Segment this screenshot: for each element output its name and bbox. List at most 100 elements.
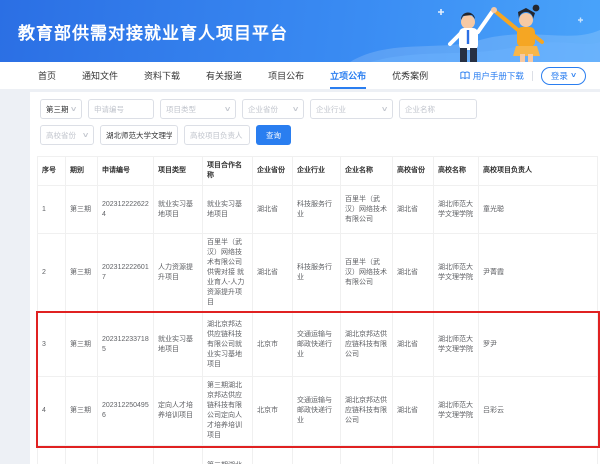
table-cell: 2023122250083	[98, 446, 154, 464]
manual-download-label: 用户手册下载	[473, 70, 524, 82]
table-cell: 罗尹	[479, 313, 598, 377]
main-nav: 首页通知文件资料下载有关报道项目公布立项公布优秀案例 用户手册下载 登录 ∨	[0, 62, 600, 89]
school-province-placeholder: 高校省份	[46, 130, 76, 141]
table-cell: 第三期湖北京邦达供应链科技有限公司定向人才培养培训项目	[203, 377, 253, 446]
table-cell: 第三期	[66, 186, 98, 234]
table-header-row: 序号期别申请编号项目类型项目合作名称企业省份企业行业企业名称高校省份高校名称高校…	[38, 157, 598, 186]
header-illustration	[350, 0, 600, 62]
company-industry-select[interactable]: 企业行业 ∨	[310, 99, 393, 119]
table-row: 1第三期2023122226224就业实习基地项目就业实习基地项目湖北省科技服务…	[38, 186, 598, 234]
chevron-down-icon: ∨	[292, 105, 300, 113]
table-cell: 吕彩云	[479, 377, 598, 446]
table-cell: 第三期	[66, 313, 98, 377]
table-cell: 甘伟	[479, 446, 598, 464]
table-cell: 湖北师范大学文理学院	[434, 234, 479, 313]
table-cell: 2023122504956	[98, 377, 154, 446]
column-header: 高校项目负责人	[479, 157, 598, 186]
table-cell: 北京市	[253, 313, 293, 377]
period-select[interactable]: 第三期 ∨	[40, 99, 82, 119]
period-select-value: 第三期	[46, 104, 69, 115]
nav-item-5[interactable]: 立项公布	[330, 62, 366, 89]
project-type-placeholder: 项目类型	[166, 104, 196, 115]
content-panel: 第三期 ∨ 项目类型 ∨ 企业省份 ∨ 企业行业 ∨ 高校省份 ∨	[30, 92, 600, 464]
company-industry-placeholder: 企业行业	[316, 104, 346, 115]
column-header: 项目合作名称	[203, 157, 253, 186]
chevron-down-icon: ∨	[224, 105, 232, 113]
table-cell: 5	[38, 446, 66, 464]
column-header: 企业省份	[253, 157, 293, 186]
table-cell: 湖北师范大学文理学院	[434, 186, 479, 234]
table-cell: 第三期	[66, 377, 98, 446]
table-cell: 百里半（武汉）网络技术有限公司供需对接 就业育人-人力资源提升项目	[203, 234, 253, 313]
table-cell: 科技服务行业	[293, 186, 341, 234]
nav-item-0[interactable]: 首页	[38, 62, 56, 89]
chevron-down-icon: ∨	[70, 105, 78, 113]
table-cell: 湖北省	[393, 186, 434, 234]
table-cell: 百里半（武汉）网络技术有限公司	[341, 186, 393, 234]
table-cell: 湖北省	[393, 313, 434, 377]
school-province-select[interactable]: 高校省份 ∨	[40, 125, 94, 145]
chevron-down-icon: ∨	[82, 131, 90, 139]
table-cell: 湖北京邦达供应链科技有限公司	[341, 446, 393, 464]
table-cell: 湖北京邦达供应链科技有限公司	[341, 313, 393, 377]
column-header: 申请编号	[98, 157, 154, 186]
table-cell: 第三期	[66, 446, 98, 464]
book-icon	[460, 71, 470, 80]
school-name-input[interactable]	[100, 125, 178, 145]
column-header: 项目类型	[154, 157, 203, 186]
table-cell: 北京市	[253, 377, 293, 446]
table-row: 4第三期2023122504956定向人才培养培训项目第三期湖北京邦达供应链科技…	[38, 377, 598, 446]
chevron-down-icon: ∨	[570, 72, 577, 79]
table-cell: 2023122226017	[98, 234, 154, 313]
table-cell: 百里半（武汉）网络技术有限公司	[341, 234, 393, 313]
table-cell: 北京市	[253, 446, 293, 464]
table-cell: 湖北京邦达供应链科技有限公司	[341, 377, 393, 446]
table-cell: 湖北省	[393, 234, 434, 313]
table-cell: 人力资源提升项目	[154, 234, 203, 313]
search-button[interactable]: 查询	[256, 125, 291, 145]
column-header: 高校名称	[434, 157, 479, 186]
table-cell: 重点群体就业项目	[154, 446, 203, 464]
school-leader-input[interactable]	[184, 125, 250, 145]
column-header: 高校省份	[393, 157, 434, 186]
table-cell: 湖北京邦达供应链科技有限公司就业实习基地项目	[203, 313, 253, 377]
nav-divider	[532, 71, 533, 81]
column-header: 期别	[66, 157, 98, 186]
table-row: 3第三期2023122337185就业实习基地项目湖北京邦达供应链科技有限公司就…	[38, 313, 598, 377]
login-button[interactable]: 登录 ∨	[541, 67, 586, 85]
nav-right: 用户手册下载 登录 ∨	[460, 67, 586, 85]
table-cell: 2	[38, 234, 66, 313]
app-header: 教育部供需对接就业育人项目平台	[0, 0, 600, 62]
nav-item-4[interactable]: 项目公布	[268, 62, 304, 89]
table-cell: 湖北师范大学文理学院	[434, 313, 479, 377]
table-cell: 就业实习基地项目	[154, 313, 203, 377]
project-type-select[interactable]: 项目类型 ∨	[160, 99, 236, 119]
table-cell: 科技服务行业	[293, 234, 341, 313]
nav-item-3[interactable]: 有关报道	[206, 62, 242, 89]
table-row: 5第三期2023122250083重点群体就业项目第三期湖北京邦达供应链科技有限…	[38, 446, 598, 464]
nav-item-1[interactable]: 通知文件	[82, 62, 118, 89]
column-header: 企业名称	[341, 157, 393, 186]
table-cell: 第三期湖北京邦达供应链科技有限公司供需对接就业育人项目	[203, 446, 253, 464]
nav-item-6[interactable]: 优秀案例	[392, 62, 428, 89]
app-title: 教育部供需对接就业育人项目平台	[18, 19, 288, 44]
filter-row-2: 高校省份 ∨ 查询	[40, 125, 597, 145]
table-cell: 湖北省	[253, 186, 293, 234]
table-cell: 4	[38, 377, 66, 446]
table-cell: 交通运输与邮政快递行业	[293, 446, 341, 464]
column-header: 企业行业	[293, 157, 341, 186]
table-cell: 湖北省	[393, 377, 434, 446]
filter-row-1: 第三期 ∨ 项目类型 ∨ 企业省份 ∨ 企业行业 ∨	[40, 99, 597, 119]
company-province-select[interactable]: 企业省份 ∨	[242, 99, 304, 119]
table-cell: 就业实习基地项目	[203, 186, 253, 234]
table-cell: 第三期	[66, 234, 98, 313]
table-cell: 童光聪	[479, 186, 598, 234]
table-cell: 湖北省	[253, 234, 293, 313]
application-no-input[interactable]	[88, 99, 154, 119]
manual-download-link[interactable]: 用户手册下载	[460, 70, 524, 82]
company-name-input[interactable]	[399, 99, 477, 119]
table-cell: 3	[38, 313, 66, 377]
nav-item-2[interactable]: 资料下载	[144, 62, 180, 89]
table-cell: 2023122337185	[98, 313, 154, 377]
table-cell: 尹菁霞	[479, 234, 598, 313]
